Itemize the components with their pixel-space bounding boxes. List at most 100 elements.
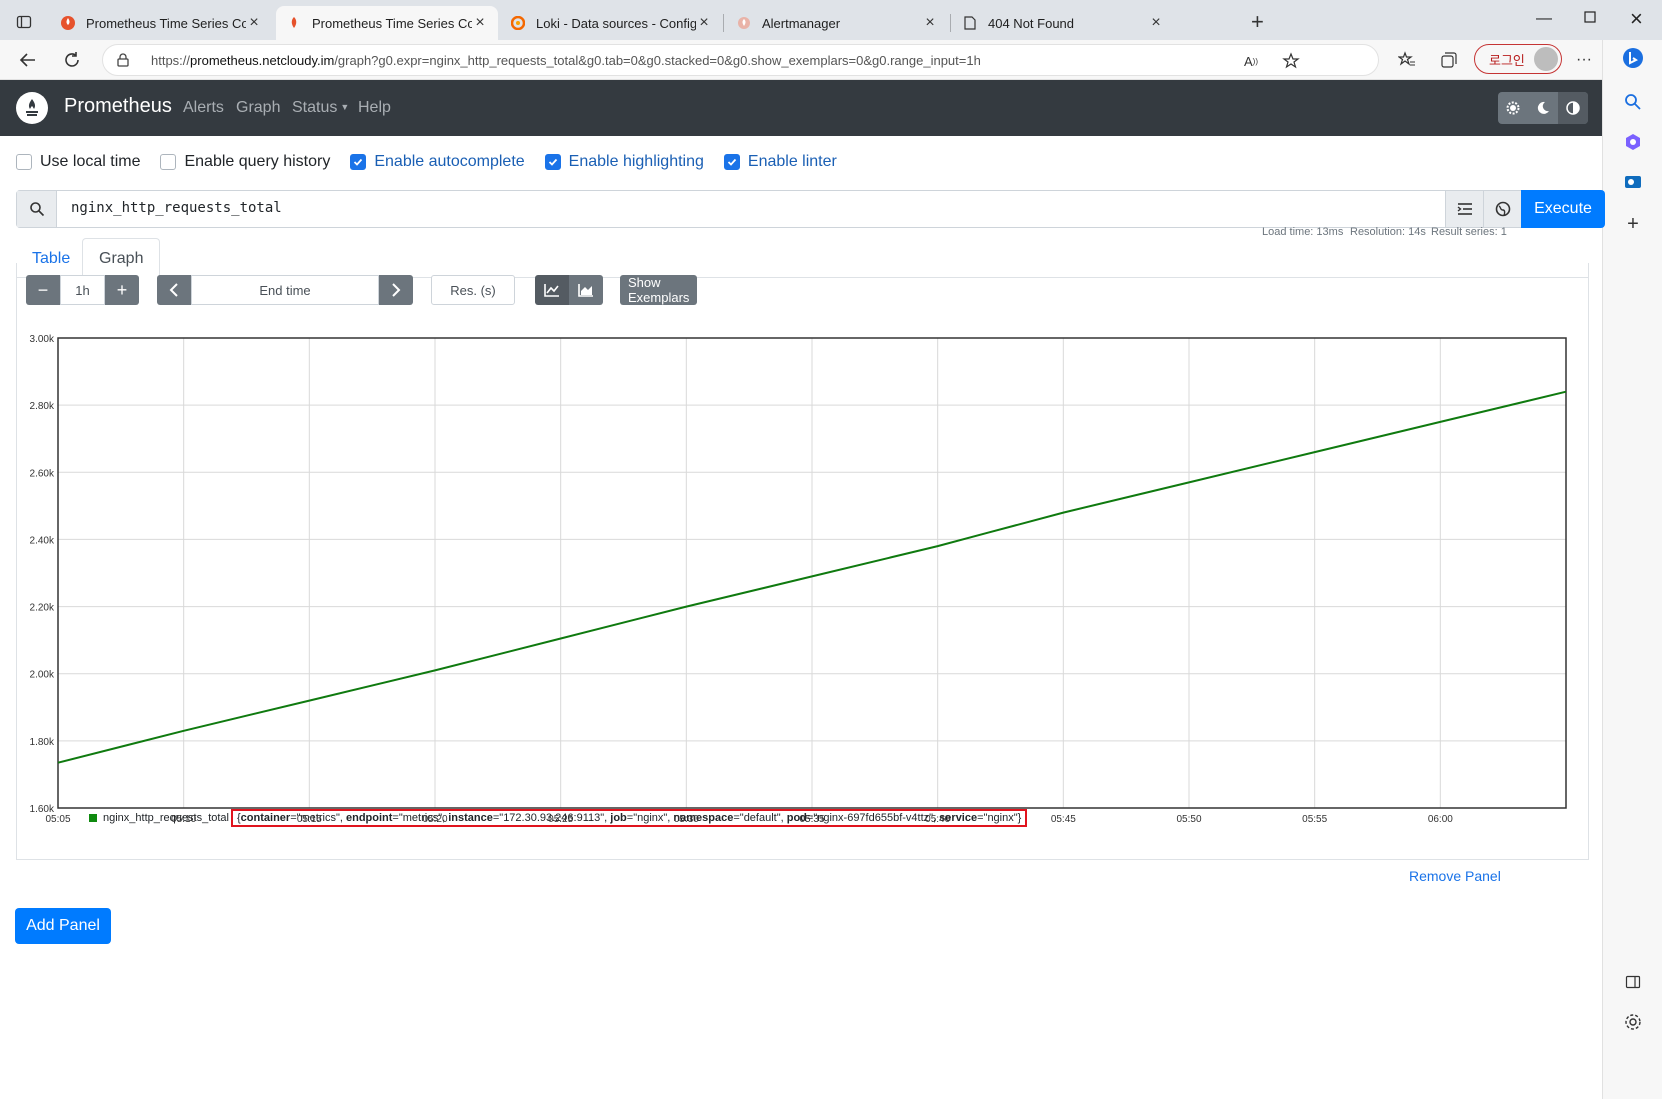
- maximize-icon[interactable]: [1584, 10, 1596, 28]
- legend-label-value: ="172.30.93.246:9113",: [492, 812, 611, 824]
- next-time-button[interactable]: [379, 275, 413, 305]
- new-tab-icon[interactable]: +: [1251, 11, 1264, 33]
- prometheus-logo-icon[interactable]: [16, 92, 48, 124]
- legend-label-value: ="metrics",: [392, 812, 449, 824]
- metrics-explorer-globe-icon[interactable]: [1483, 191, 1521, 227]
- legend-label-key: endpoint: [345, 812, 393, 824]
- legend-label-value: ="nginx-697fd655bf-v4ttz",: [806, 812, 940, 824]
- alertmanager-favicon-icon: [736, 15, 752, 31]
- decrease-range-button[interactable]: −: [26, 275, 60, 305]
- autocomplete-checkbox[interactable]: [350, 154, 367, 170]
- browser-tab-5[interactable]: 404 Not Found ×: [952, 6, 1174, 40]
- bing-copilot-icon[interactable]: [1621, 46, 1645, 70]
- legend-label-pairs: container="metrics", endpoint="metrics",…: [241, 812, 1018, 824]
- add-favorite-icon[interactable]: [1279, 49, 1303, 73]
- top-navbar: Prometheus Alerts Graph Status ▼ Help: [0, 80, 1602, 136]
- option-enable-query-history[interactable]: Enable query history: [160, 153, 330, 171]
- resolution-stat: Resolution: 14s: [1350, 226, 1426, 238]
- legend-label-value: ="nginx",: [626, 812, 674, 824]
- end-time-input[interactable]: End time: [191, 275, 379, 305]
- tab-title: 404 Not Found: [988, 15, 1075, 31]
- legend-label-key: instance: [448, 812, 493, 824]
- tab-title: Prometheus Time Series Collectio: [312, 15, 472, 31]
- add-panel-button[interactable]: Add Panel: [15, 908, 111, 944]
- query-bar: nginx_http_requests_total Execute: [16, 190, 1605, 228]
- query-history-checkbox[interactable]: [160, 154, 177, 170]
- option-enable-linter[interactable]: Enable linter: [723, 153, 837, 171]
- option-use-local-time[interactable]: Use local time: [16, 153, 140, 171]
- auto-theme-contrast-icon[interactable]: [1558, 92, 1588, 124]
- format-expression-icon[interactable]: [1445, 191, 1483, 227]
- stacked-area-chart-icon[interactable]: [569, 275, 603, 305]
- nav-help[interactable]: Help: [358, 99, 391, 117]
- back-icon[interactable]: [16, 48, 40, 72]
- settings-gear-icon[interactable]: [1621, 1010, 1645, 1034]
- url-input[interactable]: https://prometheus.netcloudy.im/graph?g0…: [102, 44, 1379, 76]
- close-tab-icon[interactable]: ×: [922, 14, 938, 32]
- close-tab-icon[interactable]: ×: [246, 14, 262, 32]
- close-tab-icon[interactable]: ×: [1148, 14, 1164, 32]
- brand-title[interactable]: Prometheus: [64, 95, 172, 118]
- minimize-icon[interactable]: —: [1536, 10, 1552, 28]
- add-sidebar-app-icon[interactable]: +: [1621, 212, 1645, 236]
- legend-label-key: namespace: [673, 812, 734, 824]
- previous-time-button[interactable]: [157, 275, 191, 305]
- reload-icon[interactable]: [60, 48, 84, 72]
- favorites-icon[interactable]: [1395, 48, 1419, 72]
- tab-actions-icon[interactable]: [8, 8, 40, 36]
- highlighting-checkbox[interactable]: [544, 154, 561, 170]
- dark-theme-moon-icon[interactable]: [1528, 92, 1558, 124]
- option-enable-highlighting[interactable]: Enable highlighting: [544, 153, 704, 171]
- legend-label-value: ="default",: [733, 812, 787, 824]
- browser-tab-4[interactable]: Alertmanager ×: [726, 6, 948, 40]
- nav-graph[interactable]: Graph: [236, 99, 280, 117]
- login-label: 로그인: [1489, 52, 1525, 68]
- light-theme-gear-icon[interactable]: [1498, 92, 1528, 124]
- execute-button[interactable]: Execute: [1521, 190, 1605, 228]
- legend-label-key: service: [939, 812, 978, 824]
- prometheus-favicon-icon: [286, 15, 302, 31]
- browser-tab-3[interactable]: Loki - Data sources - Configurati ×: [500, 6, 722, 40]
- search-icon[interactable]: [1621, 90, 1645, 114]
- more-options-icon[interactable]: ···: [1572, 48, 1596, 72]
- prometheus-favicon-icon: [60, 15, 76, 31]
- browser-tab-2[interactable]: Prometheus Time Series Collectio ×: [276, 6, 498, 40]
- expression-input[interactable]: nginx_http_requests_total: [71, 200, 282, 216]
- browser-tab-1[interactable]: Prometheus Time Series Collectio ×: [50, 6, 272, 40]
- legend-metric-name: nginx_http_requests_total: [103, 812, 229, 824]
- load-time: Load time: 13ms: [1262, 226, 1344, 238]
- collections-icon[interactable]: [1437, 48, 1461, 72]
- prometheus-page: Prometheus Alerts Graph Status ▼ Help Use…: [0, 80, 1605, 1099]
- url-text: https://prometheus.netcloudy.im/graph?g0…: [151, 53, 981, 68]
- close-tab-icon[interactable]: ×: [696, 14, 712, 32]
- graph-panel: − 1h + End time Res. (s) Show Exemplars …: [16, 263, 1589, 860]
- resolution-input[interactable]: Res. (s): [431, 275, 515, 305]
- increase-range-button[interactable]: +: [105, 275, 139, 305]
- chart-legend: nginx_http_requests_total {container="me…: [89, 808, 1028, 828]
- remove-panel-link[interactable]: Remove Panel: [1409, 868, 1501, 884]
- lock-icon[interactable]: [117, 53, 129, 72]
- grafana-favicon-icon: [510, 15, 526, 31]
- read-aloud-icon[interactable]: A)): [1239, 49, 1263, 73]
- option-enable-autocomplete[interactable]: Enable autocomplete: [350, 153, 525, 171]
- range-input[interactable]: 1h: [60, 275, 105, 305]
- nav-status[interactable]: Status ▼: [292, 99, 349, 117]
- unstacked-line-chart-icon[interactable]: [535, 275, 569, 305]
- outlook-icon[interactable]: [1621, 170, 1645, 194]
- close-tab-icon[interactable]: ×: [472, 14, 488, 32]
- browser-tab-strip: Prometheus Time Series Collectio × Prome…: [0, 0, 1662, 40]
- hide-sidebar-icon[interactable]: [1621, 970, 1645, 994]
- tab-title: Prometheus Time Series Collectio: [86, 15, 246, 31]
- tab-title: Loki - Data sources - Configurati: [536, 15, 696, 31]
- linter-checkbox[interactable]: [723, 154, 740, 170]
- use-local-time-checkbox[interactable]: [16, 154, 32, 170]
- nav-alerts[interactable]: Alerts: [183, 99, 224, 117]
- show-exemplars-button[interactable]: Show Exemplars: [620, 275, 698, 305]
- legend-label-value: ="nginx": [977, 812, 1018, 824]
- legend-labels: {container="metrics", endpoint="metrics"…: [230, 809, 1028, 827]
- profile-login-button[interactable]: 로그인: [1474, 44, 1562, 74]
- search-icon: [17, 191, 57, 227]
- games-icon[interactable]: [1621, 130, 1645, 154]
- legend-label-key: container: [240, 812, 291, 824]
- close-window-icon[interactable]: ×: [1630, 6, 1643, 32]
